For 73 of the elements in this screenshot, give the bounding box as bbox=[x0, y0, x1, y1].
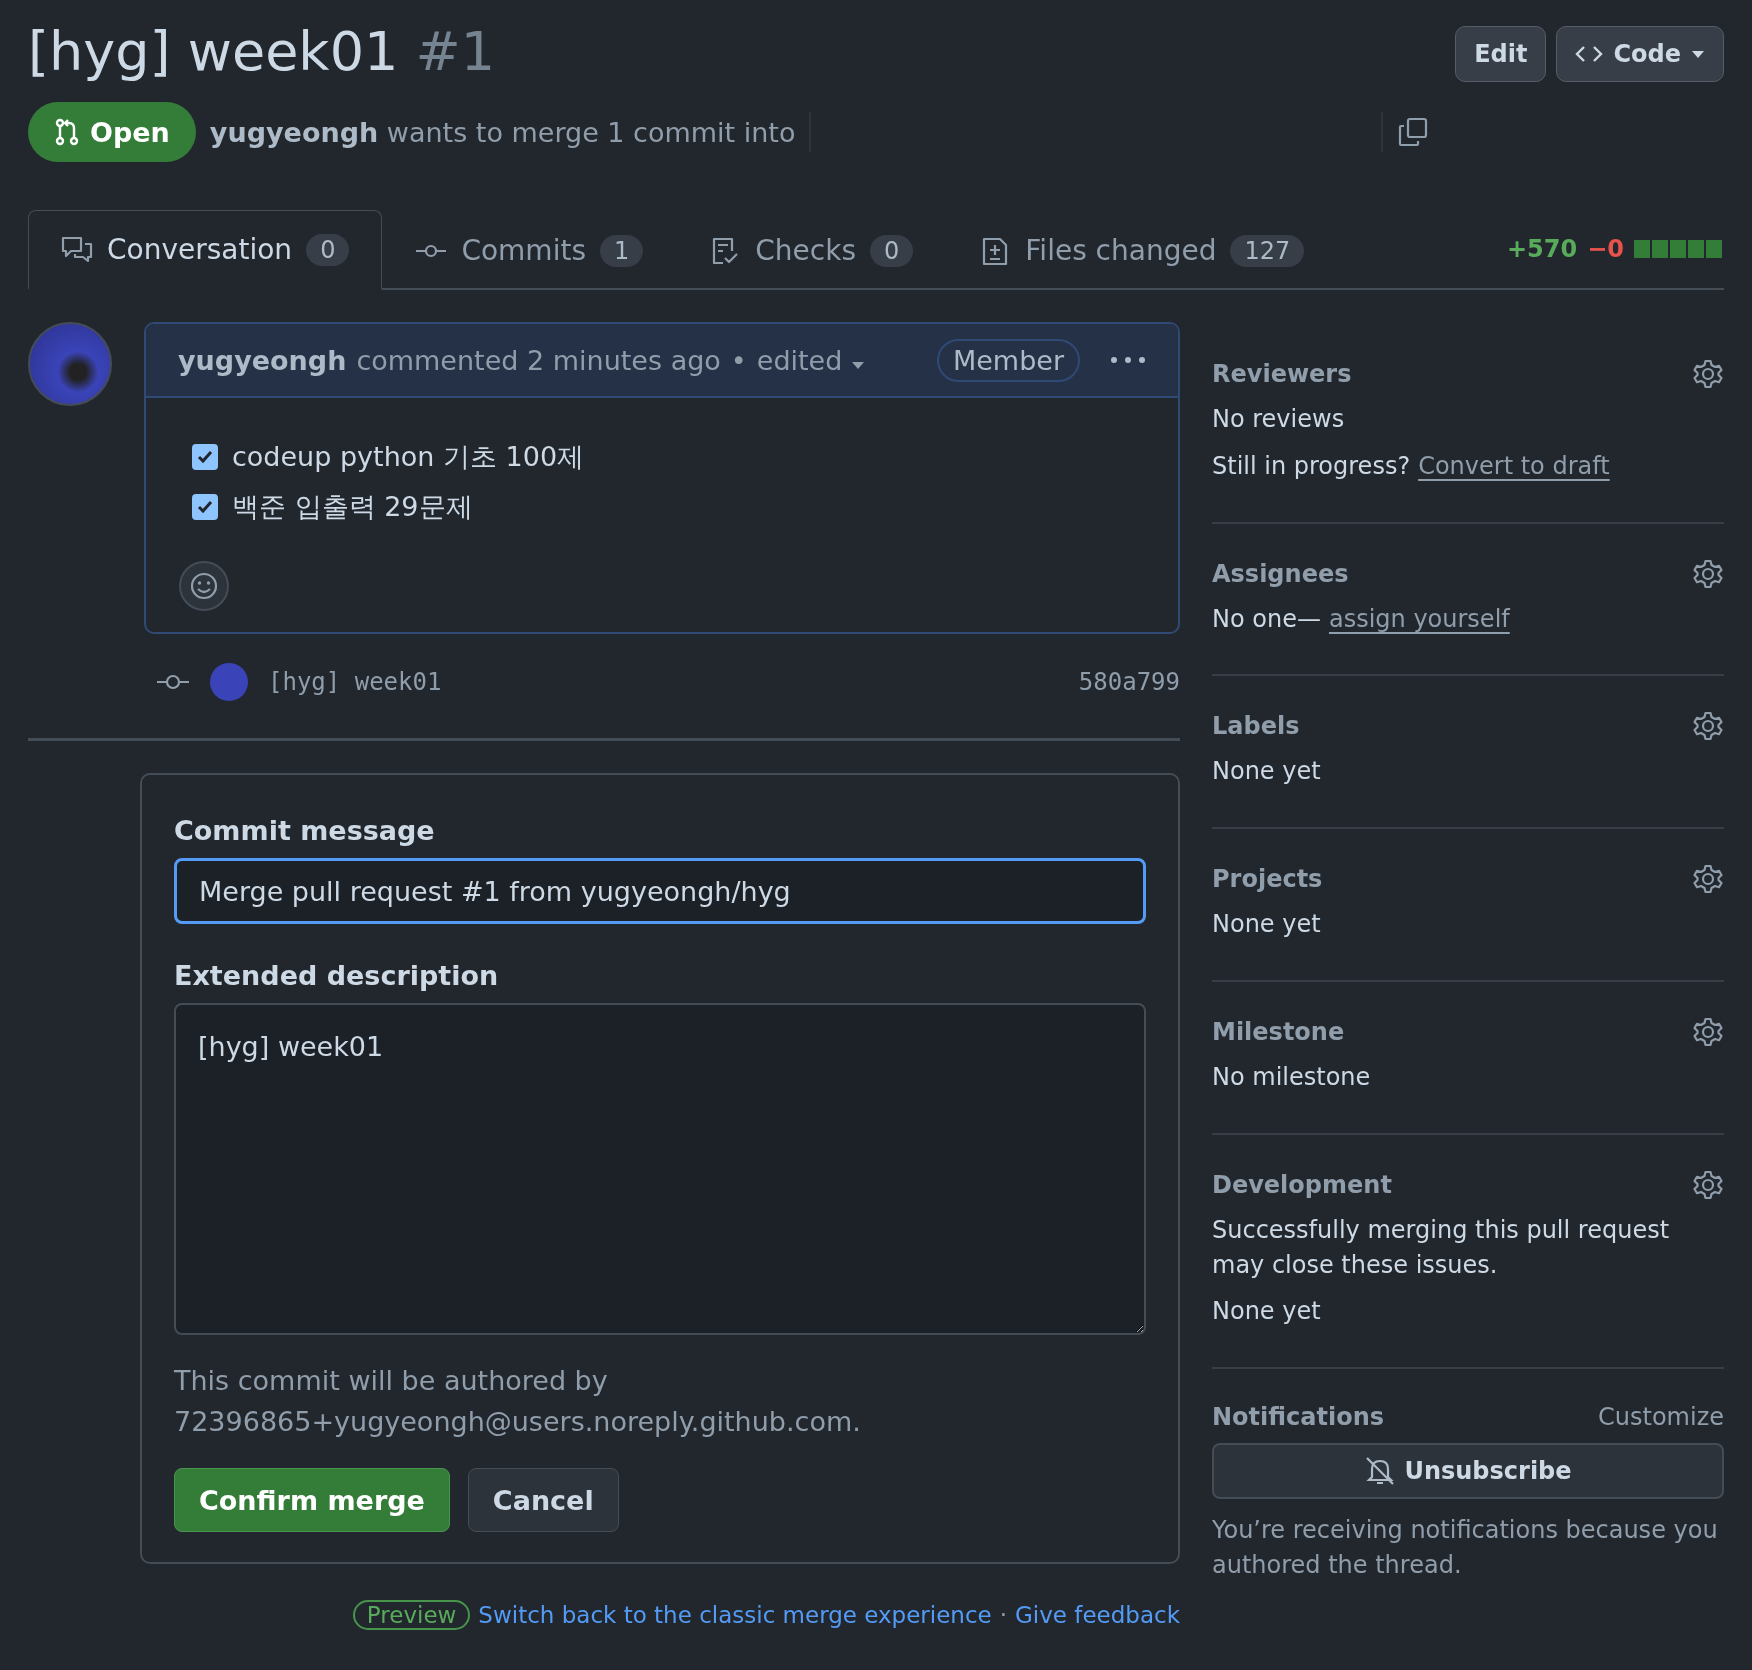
preview-badge: Preview bbox=[352, 1600, 471, 1630]
edit-button[interactable]: Edit bbox=[1455, 26, 1547, 82]
sidebar-text: None yet bbox=[1212, 910, 1321, 939]
caret-icon bbox=[850, 359, 865, 370]
sidebar-text: No milestone bbox=[1212, 1063, 1371, 1091]
edited-menu[interactable]: edited bbox=[756, 344, 865, 376]
field-label: Extended description bbox=[174, 960, 500, 991]
tab[interactable]: Commits 1 bbox=[382, 210, 677, 290]
speech-bubbles-icon bbox=[61, 234, 93, 265]
section-heading: Notifications bbox=[1212, 1403, 1385, 1432]
copy-icon[interactable] bbox=[1397, 116, 1430, 148]
commit-sha[interactable]: 580a799 bbox=[1078, 668, 1180, 696]
sidebar-text: Successfully merging this pull request may close these issues. bbox=[1212, 1215, 1670, 1279]
merge-summary: wants to merge 1 commit into bbox=[386, 116, 796, 148]
separator-dot: • bbox=[730, 344, 747, 376]
tab[interactable]: Checks 0 bbox=[676, 210, 947, 290]
deletions-count: −0 bbox=[1587, 235, 1624, 263]
task-checkbox[interactable] bbox=[192, 444, 218, 470]
description-field[interactable]: [hyg] week01 bbox=[174, 1003, 1146, 1335]
tab-count: 127 bbox=[1230, 234, 1305, 267]
sidebar-text: None yet bbox=[1212, 757, 1321, 786]
tab[interactable]: Conversation 0 bbox=[28, 210, 383, 290]
settings-icon[interactable] bbox=[1692, 557, 1724, 590]
section-heading: Projects bbox=[1212, 865, 1323, 894]
unsubscribe-button[interactable]: Unsubscribe bbox=[1212, 1443, 1724, 1500]
cancel-button[interactable]: Cancel bbox=[467, 1468, 619, 1532]
settings-icon[interactable] bbox=[1692, 863, 1724, 896]
tab-count: 0 bbox=[870, 234, 914, 267]
section-heading: Labels bbox=[1212, 712, 1300, 741]
section-heading: Milestone bbox=[1212, 1018, 1345, 1046]
notification-note: You’re receiving notifications because you authored the thread. bbox=[1212, 1515, 1719, 1581]
sidebar-text: None yet bbox=[1212, 1297, 1321, 1326]
tab-count: 1 bbox=[600, 234, 644, 267]
more-options-icon[interactable] bbox=[1110, 355, 1146, 365]
task-label: 백준 입출력 29문제 bbox=[232, 490, 473, 524]
sidebar-text: Still in progress? bbox=[1212, 451, 1411, 480]
sidebar-text: No one— bbox=[1212, 604, 1321, 633]
comment-time: commented 2 minutes ago bbox=[356, 344, 721, 376]
sidebar-link[interactable]: Convert to draft bbox=[1418, 451, 1610, 480]
field-label: Commit message bbox=[174, 815, 436, 846]
confirm-merge-button[interactable]: Confirm merge bbox=[174, 1468, 450, 1532]
commit-message[interactable]: [hyg] week01 bbox=[268, 668, 442, 696]
emoji-reaction-icon[interactable] bbox=[178, 560, 230, 612]
settings-icon[interactable] bbox=[1692, 1016, 1724, 1048]
commit-message-field[interactable]: Merge pull request #1 from yugyeongh/hyg bbox=[174, 858, 1146, 924]
sidebar-link[interactable]: assign yourself bbox=[1328, 604, 1510, 633]
settings-icon[interactable] bbox=[1692, 710, 1724, 743]
settings-icon[interactable] bbox=[1692, 358, 1724, 390]
member-badge: Member bbox=[936, 338, 1080, 382]
section-heading: Development bbox=[1212, 1170, 1392, 1199]
task-label: codeup python 기초 100제 bbox=[232, 440, 585, 474]
open-state-badge: Open bbox=[28, 102, 196, 162]
commit-icon bbox=[156, 674, 190, 690]
code-button[interactable]: Code bbox=[1556, 26, 1724, 82]
tab[interactable]: Files changed 127 bbox=[946, 210, 1338, 290]
sidebar-text: No reviews bbox=[1212, 405, 1345, 433]
caret-icon bbox=[1691, 49, 1705, 59]
separator-dot: · bbox=[999, 1602, 1008, 1628]
classic-merge-link[interactable]: Switch back to the classic merge experience bbox=[478, 1602, 992, 1628]
comment-author[interactable]: yugyeongh bbox=[178, 344, 347, 376]
settings-icon[interactable] bbox=[1692, 1168, 1724, 1201]
author-note: This commit will be authored by bbox=[174, 1364, 609, 1398]
section-heading: Reviewers bbox=[1212, 360, 1352, 388]
tab-count: 0 bbox=[306, 233, 350, 266]
author-name[interactable]: yugyeongh bbox=[209, 116, 379, 148]
customize-link[interactable]: Customize bbox=[1598, 1403, 1724, 1432]
pr-title: [hyg] week01 bbox=[28, 20, 399, 83]
feedback-link[interactable]: Give feedback bbox=[1015, 1602, 1180, 1628]
additions-count: +570 bbox=[1506, 235, 1578, 263]
task-checkbox[interactable] bbox=[192, 494, 218, 520]
section-heading: Assignees bbox=[1212, 559, 1349, 588]
pr-number: #1 bbox=[415, 20, 496, 83]
author-email: 72396865+yugyeongh@users.noreply.github.com. bbox=[174, 1404, 862, 1439]
